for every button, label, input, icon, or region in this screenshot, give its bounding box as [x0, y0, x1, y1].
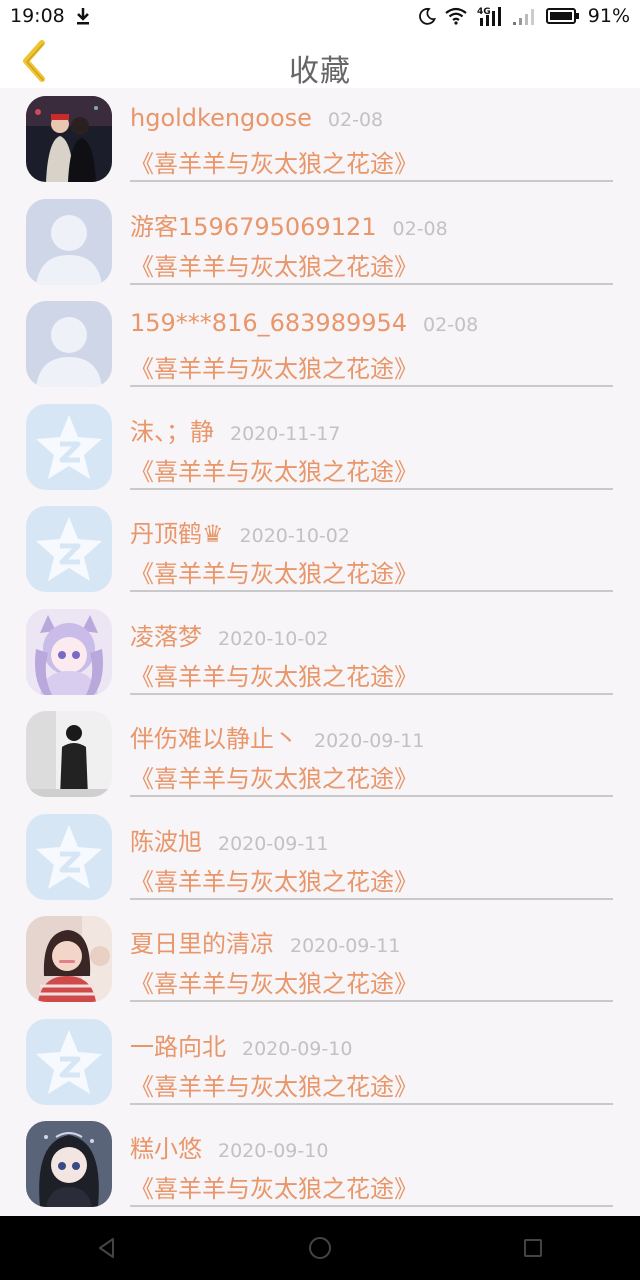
item-date: 2020-09-11 — [218, 832, 329, 855]
favorite-title[interactable]: 《喜羊羊与灰太狼之花途》 — [130, 759, 418, 794]
username[interactable]: 159***816_683989954 — [130, 309, 407, 337]
item-date: 2020-09-11 — [290, 935, 401, 957]
favorite-item[interactable]: 伴伤难以静止丶 2020-09-11 《喜羊羊与灰太狼之花途》 — [0, 703, 640, 806]
battery-percent: 91% — [587, 5, 630, 27]
item-header: 陈波旭 2020-09-11 — [130, 822, 328, 856]
divider — [130, 180, 613, 182]
nav-home-button[interactable] — [290, 1218, 350, 1278]
username[interactable]: 沫、；静 — [130, 412, 214, 447]
favorite-item[interactable]: hgoldkengoose 02-08 《喜羊羊与灰太狼之花途》 — [0, 88, 640, 191]
favorite-item[interactable]: 丹顶鹤♛ 2020-10-02 《喜羊羊与灰太狼之花途》 — [0, 498, 640, 601]
item-header: 沫、；静 2020-11-17 — [130, 412, 340, 446]
avatar[interactable] — [26, 711, 112, 797]
favorite-title[interactable]: 《喜羊羊与灰太狼之花途》 — [130, 554, 418, 589]
username[interactable]: 伴伤难以静止丶 — [130, 719, 298, 754]
avatar[interactable] — [26, 506, 112, 592]
divider — [130, 692, 613, 695]
favorite-title[interactable]: 《喜羊羊与灰太狼之花途》 — [130, 144, 418, 179]
cellular-4g-icon: 4G — [476, 5, 504, 27]
favorite-item[interactable]: 一路向北 2020-09-10 《喜羊羊与灰太狼之花途》 — [0, 1011, 640, 1114]
recents-square-icon — [524, 1239, 543, 1257]
page-title: 收藏 — [289, 54, 351, 89]
moon-icon — [418, 7, 436, 25]
item-date: 2020-09-11 — [314, 730, 425, 752]
nav-back-button[interactable] — [77, 1218, 137, 1278]
item-header: 159***816_683989954 02-08 — [130, 309, 478, 343]
favorite-title[interactable]: 《喜羊羊与灰太狼之花途》 — [130, 1169, 418, 1204]
item-date: 02-08 — [327, 109, 384, 131]
username[interactable]: 糕小悠 — [130, 1129, 202, 1164]
avatar[interactable] — [26, 301, 112, 387]
battery-icon — [545, 7, 580, 25]
item-header: 凌落梦 2020-10-02 — [130, 617, 328, 651]
favorite-title[interactable]: 《喜羊羊与灰太狼之花途》 — [130, 349, 418, 384]
home-circle-icon — [308, 1237, 331, 1259]
favorite-item[interactable]: 游客1596795069121 02-08 《喜羊羊与灰太狼之花途》 — [0, 191, 640, 294]
favorite-title[interactable]: 《喜羊羊与灰太狼之花途》 — [130, 1067, 418, 1102]
item-header: 夏日里的清凉 2020-09-11 — [130, 924, 400, 958]
divider — [130, 385, 613, 387]
avatar[interactable] — [26, 916, 112, 1002]
download-icon — [75, 7, 91, 25]
favorites-list: hgoldkengoose 02-08 《喜羊羊与灰太狼之花途》 游客15967… — [0, 88, 640, 1216]
item-header: hgoldkengoose 02-08 — [130, 104, 383, 138]
username[interactable]: 夏日里的清凉 — [130, 924, 274, 959]
favorite-title[interactable]: 《喜羊羊与灰太狼之花途》 — [130, 452, 418, 487]
avatar[interactable] — [26, 1018, 112, 1105]
favorite-item[interactable]: 陈波旭 2020-09-11 《喜羊羊与灰太狼之花途》 — [0, 806, 640, 909]
signal-weak-icon — [512, 6, 538, 26]
item-header: 伴伤难以静止丶 2020-09-11 — [130, 719, 424, 753]
item-header: 糕小悠 2020-09-10 — [130, 1129, 328, 1163]
status-left: 19:08 — [10, 5, 91, 27]
username[interactable]: 凌落梦 — [130, 617, 202, 652]
avatar[interactable] — [26, 608, 112, 695]
favorite-title[interactable]: 《喜羊羊与灰太狼之花途》 — [130, 964, 418, 999]
item-date: 2020-09-10 — [242, 1037, 353, 1060]
favorite-title[interactable]: 《喜羊羊与灰太狼之花途》 — [130, 657, 418, 692]
username[interactable]: 陈波旭 — [130, 822, 202, 857]
favorite-title[interactable]: 《喜羊羊与灰太狼之花途》 — [130, 247, 418, 282]
avatar[interactable] — [26, 96, 112, 182]
item-date: 2020-11-17 — [230, 422, 341, 445]
divider — [130, 1102, 613, 1105]
divider — [130, 1205, 613, 1207]
divider — [130, 1000, 613, 1002]
favorite-item[interactable]: 沫、；静 2020-11-17 《喜羊羊与灰太狼之花途》 — [0, 396, 640, 499]
item-date: 2020-09-10 — [218, 1140, 329, 1162]
username[interactable]: hgoldkengoose — [130, 104, 312, 132]
divider — [130, 795, 613, 797]
item-header: 丹顶鹤♛ 2020-10-02 — [130, 514, 350, 548]
favorite-title[interactable]: 《喜羊羊与灰太狼之花途》 — [130, 862, 418, 897]
favorite-item[interactable]: 159***816_683989954 02-08 《喜羊羊与灰太狼之花途》 — [0, 293, 640, 396]
avatar[interactable] — [26, 403, 112, 490]
item-header: 一路向北 2020-09-10 — [130, 1027, 352, 1061]
divider — [130, 590, 613, 592]
username[interactable]: 一路向北 — [130, 1027, 226, 1062]
back-triangle-icon — [98, 1238, 114, 1258]
favorite-item[interactable]: 凌落梦 2020-10-02 《喜羊羊与灰太狼之花途》 — [0, 601, 640, 704]
status-time: 19:08 — [10, 5, 65, 27]
avatar[interactable] — [26, 1121, 112, 1207]
item-date: 02-08 — [423, 314, 479, 336]
item-date: 02-08 — [392, 217, 448, 240]
status-bar: 19:08 4G 91% — [0, 0, 640, 32]
favorite-item[interactable]: 糕小悠 2020-09-10 《喜羊羊与灰太狼之花途》 — [0, 1113, 640, 1216]
divider — [130, 897, 613, 900]
username[interactable]: 丹顶鹤♛ — [130, 514, 224, 549]
system-nav-bar — [0, 1216, 640, 1280]
wifi-icon — [444, 7, 468, 25]
status-right: 4G 91% — [418, 5, 630, 27]
header: 收藏 — [0, 32, 640, 89]
username[interactable]: 游客1596795069121 — [130, 207, 377, 242]
favorite-item[interactable]: 夏日里的清凉 2020-09-11 《喜羊羊与灰太狼之花途》 — [0, 908, 640, 1011]
avatar[interactable] — [26, 813, 112, 900]
divider — [130, 282, 613, 285]
item-date: 2020-10-02 — [239, 525, 350, 547]
nav-recents-button[interactable] — [503, 1218, 563, 1278]
item-header: 游客1596795069121 02-08 — [130, 207, 448, 241]
divider — [130, 487, 613, 490]
avatar[interactable] — [26, 198, 112, 285]
item-date: 2020-10-02 — [218, 627, 329, 650]
